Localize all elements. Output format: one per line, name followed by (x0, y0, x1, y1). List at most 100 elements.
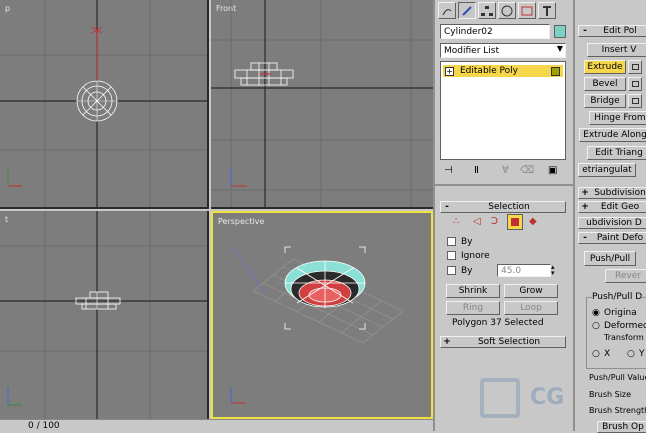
x-axis-radio[interactable]: ○ (592, 349, 600, 359)
watermark-logo (480, 378, 520, 418)
insert-vertex-button[interactable]: Insert V (587, 43, 646, 57)
subdivision-displacement-rollout-header[interactable]: ubdivision D (578, 217, 646, 229)
soft-selection-rollout-header[interactable]: + Soft Selection (440, 336, 566, 348)
polygon-icon[interactable] (507, 214, 523, 230)
deformed-normals-label: Deformed (604, 321, 646, 331)
shrink-button[interactable]: Shrink (446, 284, 500, 298)
push-pull-direction-label: Push/Pull D (592, 292, 643, 302)
viewport-perspective[interactable]: Perspective (211, 211, 433, 419)
motion-icon[interactable] (498, 2, 516, 19)
bevel-settings-button[interactable] (628, 77, 642, 91)
ignore-backfacing-checkbox[interactable] (447, 251, 456, 260)
brush-strength-label: Brush Strength (589, 406, 646, 415)
selection-rollout-header[interactable]: - Selection (440, 201, 566, 213)
by-vertex-checkbox[interactable] (447, 237, 456, 246)
make-unique-icon[interactable]: ∀ (502, 165, 509, 176)
push-pull-button[interactable]: Push/Pull (584, 251, 636, 266)
modifier-list-label: Modifier List (444, 45, 499, 56)
object-name-field[interactable]: Cylinder02 (440, 24, 550, 39)
loop-button[interactable]: Loop (504, 301, 558, 315)
perspective-scene (230, 246, 404, 404)
modify-icon[interactable] (458, 2, 476, 19)
stack-toolbar: ⊣ Ⅱ ∀ ⌫ ▣ (440, 164, 566, 180)
border-icon[interactable]: Ͻ (491, 216, 498, 227)
edit-panel: - Edit Pol Insert V Extrude Bevel Bridge … (573, 0, 646, 433)
edge-icon[interactable]: ◁ (473, 216, 481, 227)
edit-geometry-rollout-header[interactable]: + Edit Geo (578, 201, 646, 213)
bevel-button[interactable]: Bevel (584, 77, 626, 91)
y-axis-label: Y (639, 349, 645, 359)
edit-poly-rollout-header[interactable]: - Edit Pol (578, 25, 646, 37)
vertex-icon[interactable]: ∴ (453, 216, 459, 227)
brush-options-button[interactable]: Brush Op (597, 421, 646, 433)
brush-size-label: Brush Size (589, 390, 632, 399)
extrude-button[interactable]: Extrude (584, 60, 626, 74)
y-axis-radio[interactable]: ○ (627, 349, 635, 359)
selection-status: Polygon 37 Selected (452, 318, 544, 328)
expand-icon[interactable]: + (445, 66, 454, 76)
modifier-stack: + Editable Poly (440, 61, 566, 160)
deformed-normals-radio[interactable]: ○ (592, 321, 600, 331)
stack-item-swatch (551, 66, 560, 76)
original-normals-radio[interactable]: ◉ (592, 308, 600, 318)
object-color-swatch[interactable] (554, 25, 566, 38)
bridge-settings-button[interactable] (628, 94, 642, 108)
stack-item-editable-poly[interactable]: + Editable Poly (443, 65, 563, 77)
selection-title: Selection (488, 202, 530, 212)
divider (435, 184, 575, 186)
configure-sets-icon[interactable]: ▣ (548, 165, 557, 176)
grow-button[interactable]: Grow (504, 284, 558, 298)
collapse-icon: - (445, 202, 449, 212)
ring-button[interactable]: Ring (446, 301, 500, 315)
paint-deformation-title: Paint Defo (596, 233, 644, 243)
create-icon[interactable] (438, 2, 456, 19)
viewport-front[interactable]: Front (211, 0, 433, 209)
front-view-grid (211, 0, 433, 207)
hierarchy-icon[interactable] (478, 2, 496, 19)
perspective-object (284, 260, 366, 308)
original-normals-label: Origina (604, 308, 637, 318)
extrude-settings-button[interactable] (628, 60, 642, 74)
edit-triangulation-button[interactable]: Edit Triang (587, 146, 646, 160)
settings-box-icon (631, 98, 639, 104)
frame-counter: 0 / 100 (28, 421, 60, 431)
command-panel: Cylinder02 Modifier List ▼ + Editable Po… (433, 0, 575, 431)
watermark-text: CG (530, 385, 565, 410)
collapse-icon: - (583, 233, 587, 243)
x-axis-label: X (604, 349, 611, 359)
transform-axis-label: Transform a (604, 333, 646, 342)
by-vertex-label: By (461, 237, 473, 247)
settings-box-icon (631, 81, 639, 87)
utilities-icon[interactable] (538, 2, 556, 19)
viewport-top[interactable]: p (0, 0, 209, 209)
show-end-result-icon[interactable]: Ⅱ (474, 165, 479, 176)
modifier-list-dropdown[interactable]: Modifier List ▼ (440, 43, 566, 58)
push-pull-value-label: Push/Pull Value (589, 373, 646, 382)
remove-modifier-icon[interactable]: ⌫ (520, 165, 534, 176)
extrude-along-spline-button[interactable]: Extrude Along (579, 128, 646, 142)
time-slider[interactable]: 0 / 100 (0, 419, 433, 431)
edit-geometry-title: Edit Geo (600, 202, 640, 212)
revert-button[interactable]: Rever (605, 269, 646, 283)
top-view-grid (0, 0, 207, 207)
collapse-icon: - (583, 26, 587, 36)
settings-box-icon (631, 64, 639, 70)
stack-item-label: Editable Poly (460, 66, 518, 76)
bridge-button[interactable]: Bridge (584, 94, 626, 108)
subdivision-title: Subdivision (594, 188, 646, 198)
display-icon[interactable] (518, 2, 536, 19)
retriangulate-button[interactable]: etriangulat (578, 163, 636, 177)
hinge-from-edge-button[interactable]: Hinge From (589, 111, 646, 125)
expand-icon: + (581, 188, 589, 198)
spinner-arrows-icon[interactable]: ▴ ▾ (551, 264, 555, 277)
paint-deformation-rollout-header[interactable]: - Paint Defo (578, 232, 646, 244)
subdivision-surface-rollout-header[interactable]: + Subdivision (578, 187, 646, 199)
viewport-left[interactable]: t (0, 211, 209, 419)
by-angle-checkbox[interactable] (447, 266, 456, 275)
pin-stack-icon[interactable]: ⊣ (444, 165, 453, 176)
by-angle-label: By (461, 266, 473, 276)
element-icon[interactable]: ◆ (529, 216, 537, 227)
subobject-icons: ∴ ◁ Ͻ ◆ (453, 214, 563, 230)
angle-spinner[interactable]: 45.0 (497, 264, 551, 277)
edit-poly-title: Edit Pol (603, 26, 637, 36)
